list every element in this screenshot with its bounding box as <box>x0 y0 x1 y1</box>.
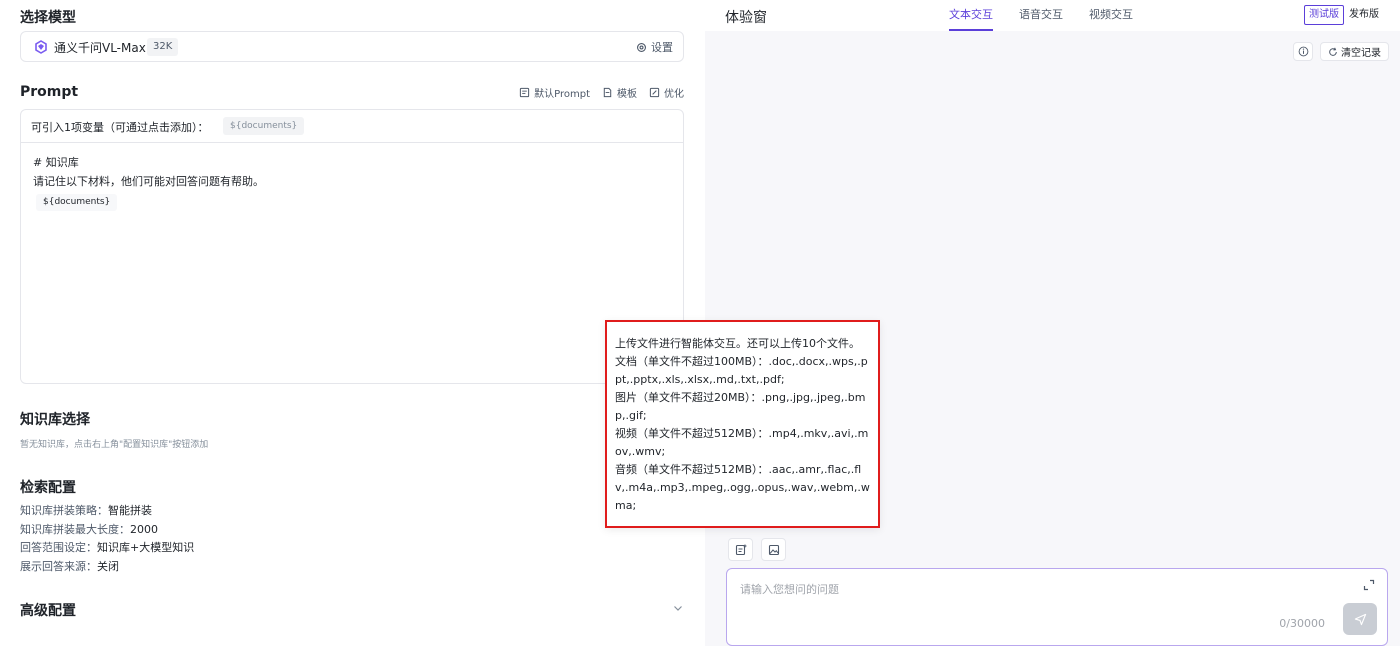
prompt-toolbar: 默认Prompt 模板 优化 <box>519 85 684 100</box>
image-icon <box>768 544 779 555</box>
expand-icon[interactable] <box>1363 579 1375 591</box>
clear-history-button[interactable]: 清空记录 <box>1320 42 1389 61</box>
edit-icon <box>649 87 660 98</box>
tooltip-line: 文档（单文件不超过100MB）：.doc,.docx,.wps,.ppt,.pp… <box>615 355 868 386</box>
tooltip-line: 音频（单文件不超过512MB）：.aac,.amr,.flac,.flv,.m4… <box>615 463 870 512</box>
retrieval-item: 展示回答来源：关闭 <box>20 559 119 573</box>
template-label: 模板 <box>617 89 637 100</box>
model-selector[interactable]: 通义千问VL-Max 32K 设置 <box>20 31 684 62</box>
prompt-line-2: 请记住以下材料，他们可能对回答问题有帮助。 <box>33 175 264 188</box>
info-button[interactable] <box>1293 42 1313 61</box>
model-name: 通义千问VL-Max <box>54 41 146 55</box>
prompt-text[interactable]: # 知识库 请记住以下材料，他们可能对回答问题有帮助。 ${documents} <box>33 153 264 211</box>
retrieval-item: 知识库拼装策略：智能拼装 <box>20 504 152 517</box>
variable-row: 可引入1项变量（可通过点击添加）： ${documents} <box>21 110 683 143</box>
version-toggle: 测试版 发布版 <box>1304 5 1384 25</box>
document-icon <box>519 87 530 98</box>
chat-input[interactable]: 请输入您想问的问题 0/30000 <box>726 568 1388 646</box>
template-button[interactable]: 模板 <box>602 85 637 100</box>
file-icon <box>603 87 612 98</box>
tab-text[interactable]: 文本交互 <box>949 0 993 31</box>
kb-hint: 暂无知识库，点击右上角"配置知识库"按钮添加 <box>20 440 209 450</box>
info-icon <box>1298 46 1308 57</box>
retrieval-item: 回答范围设定：知识库+大模型知识 <box>20 541 195 554</box>
model-logo-icon <box>35 40 47 54</box>
variable-label: 可引入1项变量（可通过点击添加）： <box>31 121 209 134</box>
test-version-button[interactable]: 测试版 <box>1304 5 1344 25</box>
prompt-variable-documents: ${documents} <box>36 194 118 211</box>
upload-image-button[interactable] <box>761 538 786 561</box>
gear-icon <box>637 42 646 52</box>
prompt-editor[interactable]: 可引入1项变量（可通过点击添加）： ${documents} # 知识库 请记住… <box>20 109 684 384</box>
retrieval-item: 知识库拼装最大长度：2000 <box>20 522 158 536</box>
advanced-title[interactable]: 高级配置 <box>20 600 76 620</box>
refresh-icon <box>1329 47 1337 56</box>
kb-title: 知识库选择 <box>20 412 90 428</box>
variable-chip-documents[interactable]: ${documents} <box>223 117 305 135</box>
upload-file-button[interactable] <box>728 538 753 561</box>
prompt-title: Prompt <box>20 84 79 100</box>
tooltip-line: 图片（单文件不超过20MB）：.png,.jpg,.jpeg,.bmp,.gif… <box>615 391 866 422</box>
file-add-icon <box>735 544 746 555</box>
chevron-down-icon[interactable] <box>673 603 683 613</box>
model-settings-button[interactable]: 设置 <box>636 39 673 55</box>
optimize-button[interactable]: 优化 <box>649 85 684 100</box>
tab-voice[interactable]: 语音交互 <box>1019 0 1063 31</box>
tooltip-line: 上传文件进行智能体交互。还可以上传10个文件。 <box>615 337 860 350</box>
retrieval-config-list: 知识库拼装策略：智能拼装 知识库拼装最大长度：2000 回答范围设定：知识库+大… <box>20 502 194 576</box>
config-panel: 选择模型 通义千问VL-Max 32K 设置 Prompt 默认Prompt 模… <box>0 0 705 646</box>
optimize-label: 优化 <box>664 89 684 100</box>
chat-title: 体验窗 <box>725 10 767 26</box>
send-button[interactable] <box>1343 603 1377 635</box>
clear-history-label: 清空记录 <box>1341 48 1381 59</box>
upload-tooltip: 上传文件进行智能体交互。还可以上传10个文件。 文档（单文件不超过100MB）：… <box>605 320 880 528</box>
model-context-badge: 32K <box>147 38 179 56</box>
model-settings-label: 设置 <box>651 41 673 54</box>
send-icon <box>1354 613 1366 625</box>
default-prompt-button[interactable]: 默认Prompt <box>519 85 590 100</box>
default-prompt-label: 默认Prompt <box>534 89 590 100</box>
tooltip-line: 视频（单文件不超过512MB）：.mp4,.mkv,.avi,.mov,.wmv… <box>615 427 869 458</box>
char-counter: 0/30000 <box>1279 617 1325 630</box>
release-version-button[interactable]: 发布版 <box>1344 5 1384 25</box>
model-section-title: 选择模型 <box>20 10 76 26</box>
chat-input-placeholder: 请输入您想问的问题 <box>740 583 839 596</box>
tab-video[interactable]: 视频交互 <box>1089 0 1133 31</box>
prompt-line-1: # 知识库 <box>33 156 79 169</box>
mode-tabs: 文本交互 语音交互 视频交互 <box>949 0 1133 31</box>
retrieval-title: 检索配置 <box>20 480 76 496</box>
